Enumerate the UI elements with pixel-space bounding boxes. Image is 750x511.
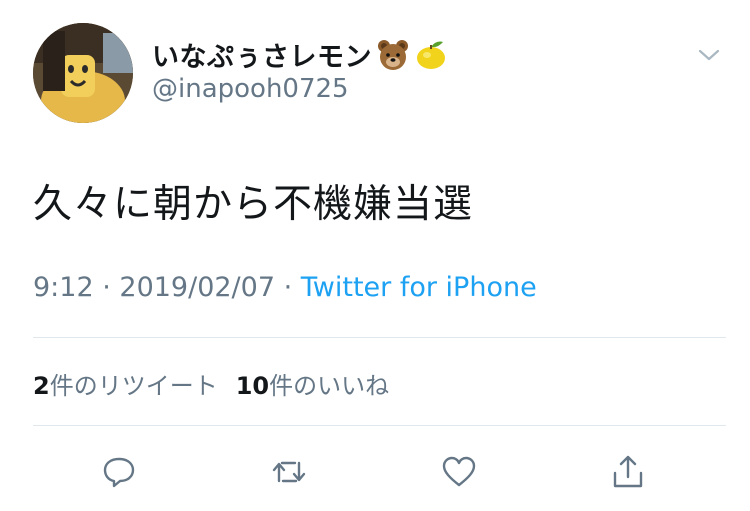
display-name[interactable]: いなぷぅさレモン — [152, 35, 448, 74]
user-handle[interactable]: @inapooh0725 — [152, 74, 349, 104]
action-bar — [0, 450, 750, 494]
tweet-date: 2019/02/07 — [119, 272, 276, 303]
like-stat[interactable]: 10件のいいね — [236, 372, 389, 400]
divider — [33, 337, 726, 338]
avatar-image — [33, 23, 133, 123]
tweet-meta: 9:12 · 2019/02/07 · Twitter for iPhone — [33, 272, 537, 303]
tweet-text: 久々に朝から不機嫌当選 — [33, 182, 474, 227]
like-icon — [442, 456, 476, 487]
chevron-down-icon[interactable] — [697, 46, 721, 64]
tweet-source-link[interactable]: Twitter for iPhone — [301, 272, 537, 303]
tweet-stats: 2件のリツイート 10件のいいね — [33, 366, 389, 401]
reply-icon — [103, 457, 135, 488]
retweet-count: 2 — [33, 372, 50, 400]
retweet-icon — [272, 461, 306, 483]
retweet-button[interactable] — [267, 450, 311, 494]
share-button[interactable] — [606, 450, 650, 494]
retweet-label: 件のリツイート — [49, 372, 218, 400]
divider — [33, 425, 726, 426]
avatar[interactable] — [33, 23, 133, 123]
display-name-text: いなぷぅさレモン — [152, 42, 372, 73]
tweet-time: 9:12 — [33, 272, 94, 303]
meta-separator: · — [275, 272, 301, 303]
like-label: 件のいいね — [269, 372, 390, 400]
like-button[interactable] — [437, 450, 481, 494]
retweet-stat[interactable]: 2件のリツイート — [33, 372, 218, 400]
reply-button[interactable] — [97, 450, 141, 494]
share-icon — [613, 455, 643, 488]
lemon-emoji-icon — [414, 38, 448, 72]
like-count: 10 — [235, 372, 270, 400]
meta-separator: · — [93, 272, 120, 303]
bear-emoji-icon — [376, 38, 410, 72]
